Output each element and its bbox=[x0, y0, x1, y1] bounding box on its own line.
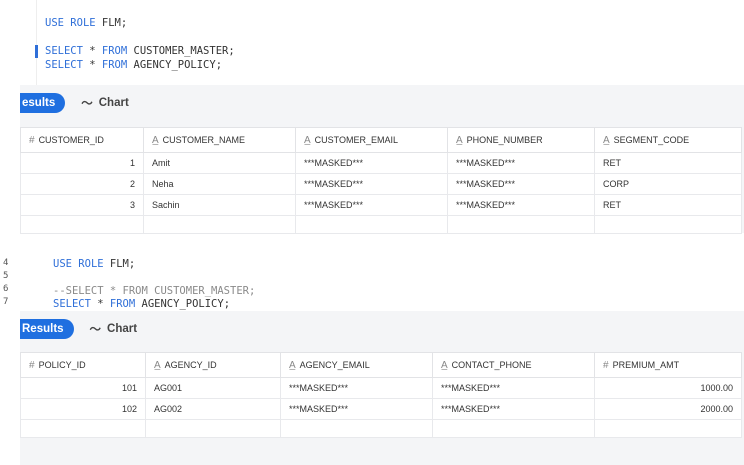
table-cell[interactable]: ***MASKED*** bbox=[447, 194, 595, 216]
number-icon: # bbox=[29, 134, 35, 146]
text-icon: A̲ bbox=[152, 134, 159, 146]
table-cell[interactable]: ***MASKED*** bbox=[295, 173, 448, 195]
table-cell[interactable]: ***MASKED*** bbox=[295, 194, 448, 216]
column-header[interactable]: A̲ AGENCY_ID bbox=[145, 352, 281, 378]
column-name: PREMIUM_AMT bbox=[612, 359, 680, 370]
table-row: 3 Sachin ***MASKED*** ***MASKED*** RET bbox=[20, 194, 742, 216]
table-cell[interactable]: CORP bbox=[594, 173, 742, 195]
column-name: POLICY_ID bbox=[38, 359, 86, 370]
table-cell[interactable]: Amit bbox=[143, 152, 296, 174]
column-name: SEGMENT_CODE bbox=[613, 134, 690, 145]
table-cell[interactable]: ***MASKED*** bbox=[447, 152, 595, 174]
code-line: USE ROLE FLM; bbox=[53, 258, 136, 270]
cursor-marker bbox=[35, 45, 38, 58]
table-cell[interactable]: Neha bbox=[143, 173, 296, 195]
column-header[interactable]: A̲ CUSTOMER_EMAIL bbox=[295, 127, 448, 153]
tab-chart[interactable]: 〜 Chart bbox=[81, 95, 129, 111]
table-row: 102 AG002 ***MASKED*** ***MASKED*** 2000.00 bbox=[20, 398, 742, 420]
column-name: CUSTOMER_ID bbox=[38, 134, 104, 145]
table-cell[interactable]: ***MASKED*** bbox=[280, 398, 433, 420]
table-cell[interactable]: ***MASKED*** bbox=[295, 152, 448, 174]
chart-icon: 〜 bbox=[89, 324, 102, 336]
text-icon: A̲ bbox=[456, 134, 463, 146]
column-header[interactable]: A̲ CUSTOMER_NAME bbox=[143, 127, 296, 153]
table-cell[interactable]: ***MASKED*** bbox=[432, 398, 595, 420]
tab-chart[interactable]: 〜 Chart bbox=[90, 321, 138, 337]
code-line: SELECT * FROM CUSTOMER_MASTER; bbox=[45, 45, 235, 57]
column-header[interactable]: A̲ PHONE_NUMBER bbox=[447, 127, 595, 153]
text-icon: A̲ bbox=[441, 359, 448, 371]
results-panel-2: Results 〜 Chart # POLICY_ID A̲ AGENCY_ID A̲ AG… bbox=[20, 311, 744, 465]
code-line: USE ROLE FLM; bbox=[45, 17, 128, 29]
column-name: CUSTOMER_EMAIL bbox=[314, 134, 399, 145]
table-cell[interactable]: AG001 bbox=[145, 377, 281, 399]
table-cell[interactable]: ***MASKED*** bbox=[280, 377, 433, 399]
text-icon: A̲ bbox=[603, 134, 610, 146]
table-cell[interactable]: ***MASKED*** bbox=[432, 377, 595, 399]
code-line: SELECT * FROM AGENCY_POLICY; bbox=[53, 298, 231, 310]
editor-gutter bbox=[36, 0, 37, 85]
line-number: 7 bbox=[3, 297, 9, 307]
table-cell[interactable]: AG002 bbox=[145, 398, 281, 420]
table-cell[interactable]: RET bbox=[594, 152, 742, 174]
column-header[interactable]: A̲ AGENCY_EMAIL bbox=[280, 352, 433, 378]
results-table: # POLICY_ID A̲ AGENCY_ID A̲ AGENCY_EMAIL A̲ CON… bbox=[20, 352, 742, 438]
table-cell[interactable]: 102 bbox=[20, 398, 146, 420]
column-name: CUSTOMER_NAME bbox=[162, 134, 246, 145]
number-icon: # bbox=[603, 359, 609, 371]
tab-results[interactable]: Results bbox=[20, 319, 74, 339]
table-cell[interactable]: 1000.00 bbox=[594, 377, 742, 399]
table-cell[interactable]: 1 bbox=[20, 152, 144, 174]
column-header[interactable]: A̲ CONTACT_PHONE bbox=[432, 352, 595, 378]
number-icon: # bbox=[29, 359, 35, 371]
line-number: 5 bbox=[3, 271, 9, 281]
column-name: PHONE_NUMBER bbox=[466, 134, 543, 145]
column-name: AGENCY_EMAIL bbox=[299, 359, 370, 370]
line-number: 6 bbox=[3, 284, 9, 294]
results-table: # CUSTOMER_ID A̲ CUSTOMER_NAME A̲ CUSTOMER_EM… bbox=[20, 127, 742, 234]
table-cell[interactable]: ***MASKED*** bbox=[447, 173, 595, 195]
table-cell[interactable]: Sachin bbox=[143, 194, 296, 216]
chart-icon: 〜 bbox=[81, 98, 93, 110]
tab-results[interactable]: esults bbox=[20, 93, 66, 113]
column-header[interactable]: A̲ SEGMENT_CODE bbox=[594, 127, 742, 153]
column-header[interactable]: # PREMIUM_AMT bbox=[594, 352, 742, 378]
code-line: SELECT * FROM AGENCY_POLICY; bbox=[45, 59, 223, 71]
table-cell[interactable]: 101 bbox=[20, 377, 146, 399]
table-row: 101 AG001 ***MASKED*** ***MASKED*** 1000.00 bbox=[20, 377, 742, 399]
table-cell[interactable]: RET bbox=[594, 194, 742, 216]
table-row: 1 Amit ***MASKED*** ***MASKED*** RET bbox=[20, 152, 742, 174]
column-name: CONTACT_PHONE bbox=[451, 359, 532, 370]
table-row: 2 Neha ***MASKED*** ***MASKED*** CORP bbox=[20, 173, 742, 195]
table-cell[interactable]: 2 bbox=[20, 173, 144, 195]
chart-label: Chart bbox=[107, 323, 138, 335]
table-cell[interactable]: 3 bbox=[20, 194, 144, 216]
column-name: AGENCY_ID bbox=[164, 359, 217, 370]
empty-row bbox=[20, 215, 742, 234]
column-header[interactable]: # CUSTOMER_ID bbox=[20, 127, 144, 153]
chart-label: Chart bbox=[98, 97, 129, 109]
results-panel-1: esults 〜 Chart # CUSTOMER_ID A̲ CUSTOMER_NAM… bbox=[20, 85, 744, 234]
empty-row bbox=[20, 419, 742, 438]
table-cell[interactable]: 2000.00 bbox=[594, 398, 742, 420]
text-icon: A̲ bbox=[304, 134, 311, 146]
code-comment-line: --SELECT * FROM CUSTOMER_MASTER; bbox=[53, 285, 256, 297]
line-number: 4 bbox=[3, 258, 9, 268]
text-icon: A̲ bbox=[289, 359, 296, 371]
column-header[interactable]: # POLICY_ID bbox=[20, 352, 146, 378]
text-icon: A̲ bbox=[154, 359, 161, 371]
